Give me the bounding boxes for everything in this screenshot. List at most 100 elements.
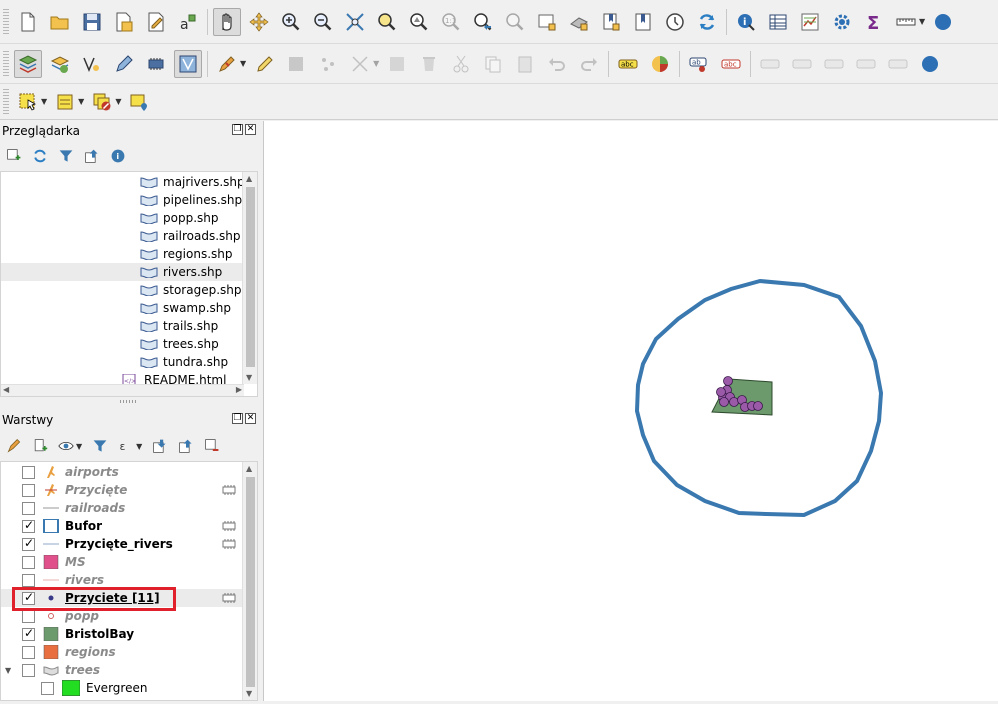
options-gear-icon[interactable]: [828, 8, 856, 36]
toolbar-grip[interactable]: [3, 88, 9, 115]
pin-labels-icon[interactable]: ab: [685, 50, 713, 78]
change-label-icon[interactable]: [852, 50, 880, 78]
layer-row[interactable]: railroads: [1, 499, 242, 517]
collapse-all-layers-icon[interactable]: [176, 436, 196, 456]
browser-item[interactable]: rivers.shp: [1, 263, 242, 281]
save-edits-icon[interactable]: [282, 50, 310, 78]
layer-visibility-checkbox[interactable]: [22, 645, 35, 659]
layers-vscrollbar[interactable]: ▲ ▼: [242, 462, 257, 700]
sum-icon[interactable]: Σ: [860, 8, 888, 36]
browser-item[interactable]: trails.shp: [1, 317, 242, 335]
browser-item[interactable]: regions.shp: [1, 245, 242, 263]
remove-layer-icon[interactable]: [202, 436, 222, 456]
bookmark-icon[interactable]: [597, 8, 625, 36]
diagram-options-icon[interactable]: [646, 50, 674, 78]
identify-features-icon[interactable]: i: [732, 8, 760, 36]
browser-item[interactable]: railroads.shp: [1, 227, 242, 245]
new-map-view-icon[interactable]: [533, 8, 561, 36]
layer-row[interactable]: ▼ trees: [1, 661, 242, 679]
browser-item[interactable]: popp.shp: [1, 209, 242, 227]
pen-icon[interactable]: [110, 50, 138, 78]
browser-vscrollbar[interactable]: ▲ ▼: [242, 172, 257, 384]
expand-all-icon[interactable]: [150, 436, 170, 456]
layer-row[interactable]: popp: [1, 607, 242, 625]
layer-row[interactable]: airports: [1, 463, 242, 481]
layer-visibility-checkbox[interactable]: [22, 465, 35, 479]
move-label-icon[interactable]: [788, 50, 816, 78]
memory-layer-icon[interactable]: [222, 485, 236, 495]
layer-visibility-checkbox[interactable]: [22, 626, 35, 641]
layer-visibility-checkbox[interactable]: [22, 501, 35, 515]
layer-styling-icon[interactable]: [4, 436, 24, 456]
browser-item[interactable]: storagep.shp: [1, 281, 242, 299]
toolbar-grip[interactable]: [3, 50, 9, 77]
statistical-summary-icon[interactable]: [796, 8, 824, 36]
measure-icon[interactable]: [892, 8, 920, 36]
layer-row[interactable]: Przycięte: [1, 481, 242, 499]
map-canvas[interactable]: [263, 121, 998, 701]
undo-icon[interactable]: [543, 50, 571, 78]
refresh-browser-icon[interactable]: [30, 146, 50, 166]
collapse-all-icon[interactable]: [82, 146, 102, 166]
layer-row[interactable]: Przycięte_rivers: [1, 535, 242, 553]
layer-visibility-checkbox[interactable]: [22, 483, 35, 497]
digitize-icon[interactable]: [78, 50, 106, 78]
browser-item[interactable]: tundra.shp: [1, 353, 242, 371]
open-project-icon[interactable]: [46, 8, 74, 36]
data-source-manager-icon[interactable]: [14, 49, 42, 78]
expand-toggle-icon[interactable]: ▼: [5, 666, 11, 675]
new-3d-view-icon[interactable]: [565, 8, 593, 36]
float-panel-button[interactable]: ❐: [232, 124, 243, 135]
layer-row[interactable]: regions: [1, 643, 242, 661]
add-layer-icon[interactable]: [46, 50, 74, 78]
move-feature-icon[interactable]: [346, 50, 374, 78]
toggle-editing-icon[interactable]: [250, 50, 278, 78]
browser-item[interactable]: majrivers.shp: [1, 173, 245, 191]
zoom-to-layer-icon[interactable]: [405, 8, 433, 36]
select-features-icon[interactable]: [14, 88, 42, 116]
select-dropdown-icon[interactable]: ▼: [41, 97, 47, 106]
memory-layer-icon[interactable]: [222, 521, 236, 531]
toolbar-grip[interactable]: [3, 8, 9, 35]
print-layout-icon[interactable]: [142, 8, 170, 36]
zoom-to-selection-icon[interactable]: [373, 8, 401, 36]
layer-visibility-checkbox[interactable]: [22, 518, 35, 533]
deselect-all-icon[interactable]: [88, 88, 116, 116]
refresh-icon[interactable]: [693, 8, 721, 36]
style-manager-icon[interactable]: a: [174, 8, 202, 36]
layer-visibility-checkbox[interactable]: [22, 555, 35, 569]
cut-features-icon[interactable]: [447, 50, 475, 78]
gps-tools-icon[interactable]: [142, 50, 170, 78]
new-project-icon[interactable]: [14, 8, 42, 36]
highlight-labels-icon[interactable]: abc: [717, 50, 745, 78]
attribute-table-icon[interactable]: [764, 8, 792, 36]
current-edits-icon[interactable]: [213, 50, 241, 78]
pan-map-icon[interactable]: [213, 7, 241, 36]
layer-row[interactable]: Bufor: [1, 517, 242, 535]
zoom-native-icon[interactable]: 1:1: [437, 8, 465, 36]
delete-selected-icon[interactable]: [415, 50, 443, 78]
measure-dropdown-icon[interactable]: ▼: [919, 17, 925, 26]
modify-attributes-icon[interactable]: [383, 50, 411, 78]
copy-features-icon[interactable]: [479, 50, 507, 78]
panel-resize-handle[interactable]: [120, 400, 138, 403]
pan-to-selection-icon[interactable]: [245, 8, 273, 36]
properties-info-icon[interactable]: i: [108, 146, 128, 166]
zoom-out-icon[interactable]: [309, 8, 337, 36]
browser-item[interactable]: pipelines.shp: [1, 191, 242, 209]
filter-expression-icon[interactable]: ε: [116, 436, 136, 456]
move-dropdown-icon[interactable]: ▼: [373, 59, 379, 68]
paste-features-icon[interactable]: [511, 50, 539, 78]
layer-visibility-checkbox[interactable]: [22, 536, 35, 551]
label-properties-icon[interactable]: [884, 50, 912, 78]
deselect-dropdown-icon[interactable]: ▼: [115, 97, 121, 106]
layer-visibility-checkbox[interactable]: [22, 609, 35, 623]
rotate-label-icon[interactable]: [820, 50, 848, 78]
layer-row[interactable]: MS: [1, 553, 242, 571]
save-project-icon[interactable]: [78, 8, 106, 36]
float-panel-button[interactable]: ❐: [232, 413, 243, 424]
layer-visibility-checkbox[interactable]: [22, 590, 35, 605]
layers-scroll-thumb[interactable]: [246, 477, 255, 687]
select-value-dropdown-icon[interactable]: ▼: [78, 97, 84, 106]
zoom-last-icon[interactable]: [469, 8, 497, 36]
